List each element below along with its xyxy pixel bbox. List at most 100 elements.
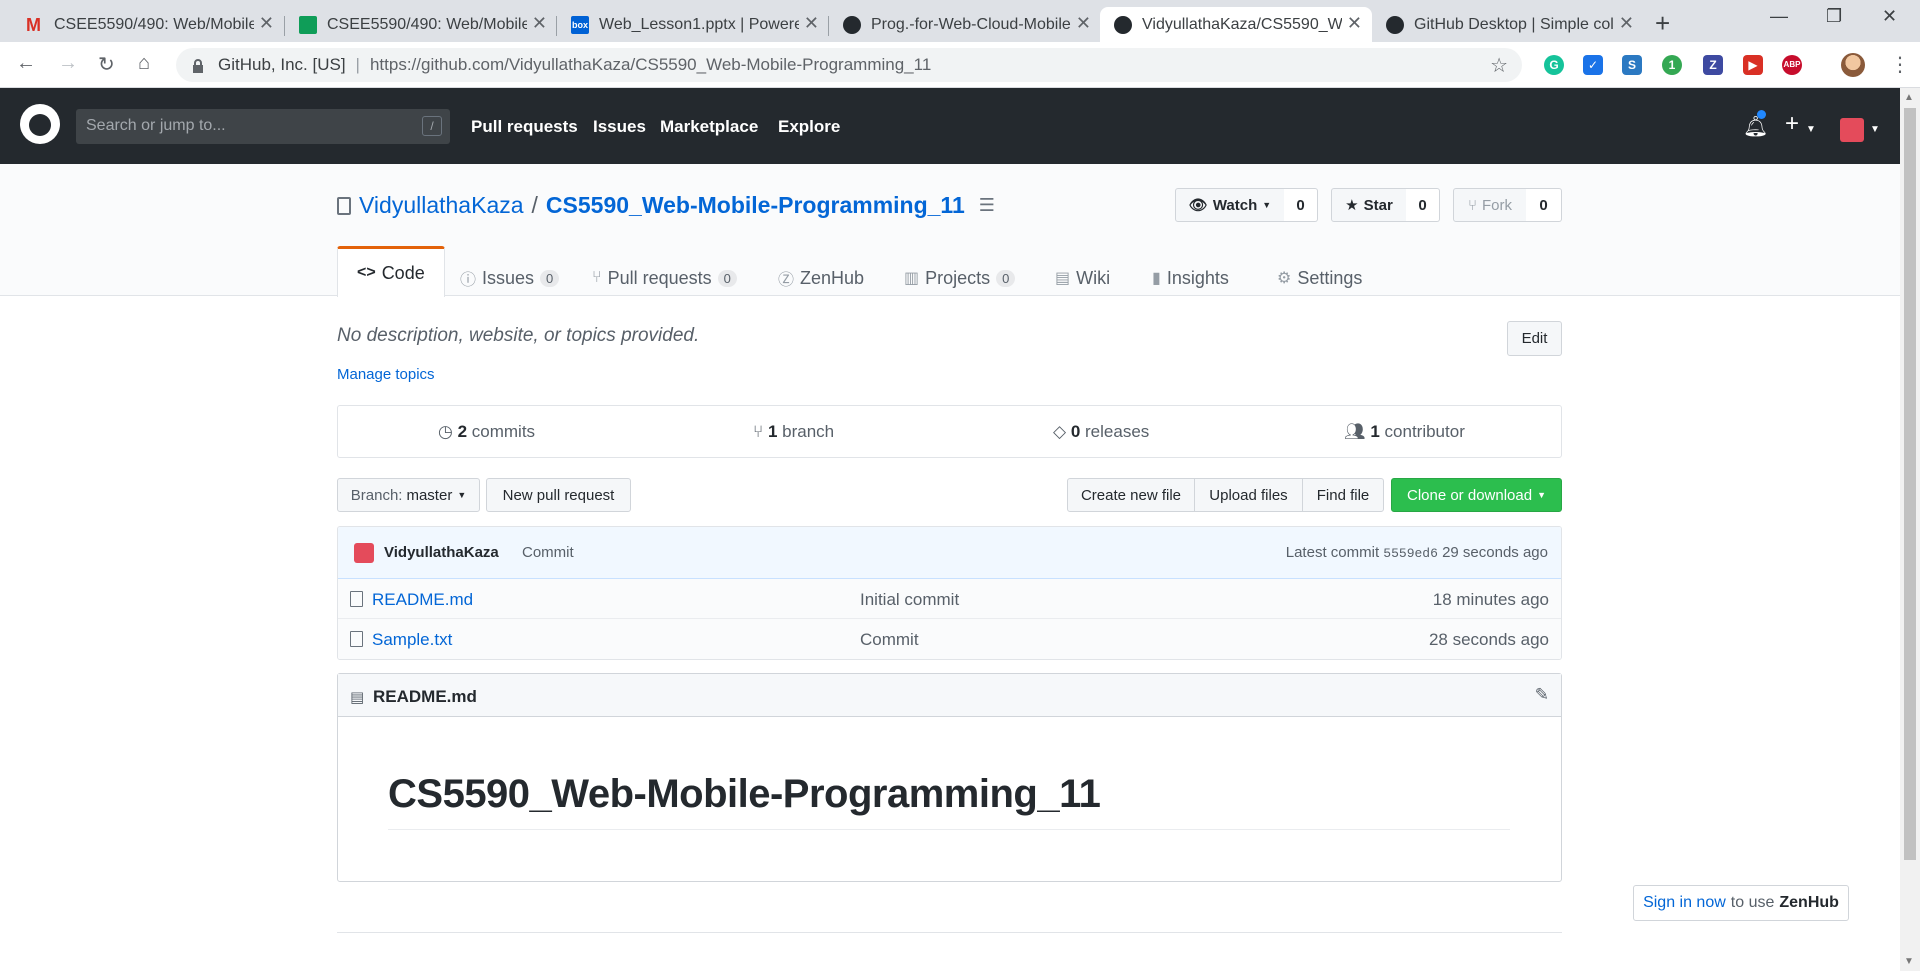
file-name-link[interactable]: Sample.txt — [372, 630, 452, 650]
zenhub-signin-link[interactable]: Sign in now — [1643, 894, 1726, 912]
commit-message[interactable]: Commit — [522, 544, 574, 561]
tab-insights[interactable]: ▮ Insights — [1152, 259, 1229, 297]
profile-avatar[interactable] — [1841, 53, 1865, 77]
releases-link[interactable]: ◇ 0 releases — [1053, 422, 1149, 442]
forward-icon[interactable]: → — [58, 52, 78, 75]
restore-icon[interactable]: ❐ — [1826, 6, 1842, 27]
watch-count[interactable]: 0 — [1284, 188, 1318, 222]
avatar[interactable] — [354, 543, 374, 563]
home-icon[interactable]: ⌂ — [138, 52, 150, 75]
branches-link[interactable]: ⑂ 1 branch — [753, 422, 834, 442]
manage-topics-link[interactable]: Manage topics — [337, 366, 435, 383]
extension-badge-icon[interactable]: 1 — [1662, 55, 1682, 75]
new-tab-button[interactable]: + — [1655, 8, 1670, 39]
book-icon: ▤ — [1055, 270, 1071, 287]
fork-button[interactable]: ⑂ Fork — [1453, 188, 1527, 222]
browser-tab[interactable]: CSEE5590/490: Web/Mobile ✕ — [285, 7, 557, 42]
commit-age: 29 seconds ago — [1442, 544, 1548, 561]
extension-s-icon[interactable]: S — [1622, 55, 1642, 75]
new-pull-request-button[interactable]: New pull request — [486, 478, 631, 512]
star-button[interactable]: ★ Star — [1331, 188, 1407, 222]
commits-count: 2 — [457, 422, 468, 441]
chevron-down-icon: ▼ — [1806, 124, 1816, 135]
bookmark-star-icon[interactable]: ☆ — [1490, 53, 1508, 78]
back-icon[interactable]: ← — [16, 52, 36, 75]
extension-z-icon[interactable]: Z — [1703, 55, 1723, 75]
close-tab-icon[interactable]: ✕ — [804, 13, 819, 34]
tab-settings[interactable]: ⚙ Settings — [1277, 259, 1362, 297]
latest-commit-info: Latest commit 5559ed6 29 seconds ago — [1286, 544, 1548, 561]
scrollbar-thumb[interactable] — [1904, 108, 1916, 860]
releases-count: 0 — [1070, 422, 1081, 441]
close-tab-icon[interactable]: ✕ — [532, 13, 547, 34]
browser-tab[interactable]: M CSEE5590/490: Web/Mobile ✕ — [12, 7, 284, 42]
browser-tab-active[interactable]: VidyullathaKaza/CS5590_Web ✕ — [1100, 7, 1372, 42]
hamburger-icon[interactable]: ☰ — [979, 195, 995, 216]
watch-label: Watch — [1212, 196, 1258, 214]
issue-icon: ⓘ — [460, 272, 477, 289]
file-commit-message[interactable]: Commit — [860, 630, 919, 650]
create-new-icon[interactable]: + — [1785, 110, 1799, 138]
scroll-down-arrow[interactable]: ▼ — [1904, 956, 1914, 967]
minimize-icon[interactable]: — — [1770, 6, 1788, 27]
file-name-link[interactable]: README.md — [372, 590, 473, 610]
star-icon: ★ — [1345, 197, 1359, 214]
tab-wiki[interactable]: ▤ Wiki — [1055, 259, 1110, 297]
readme-title: README.md — [373, 687, 477, 706]
close-tab-icon[interactable]: ✕ — [1347, 13, 1362, 34]
search-input[interactable]: Search or jump to... / — [76, 109, 450, 144]
commits-link[interactable]: ◷ 2 commits — [438, 422, 535, 442]
watch-button[interactable]: 👁︎ Watch ▼ — [1175, 188, 1285, 222]
clone-download-button[interactable]: Clone or download ▼ — [1391, 478, 1562, 512]
tab-zenhub[interactable]: Ⓩ ZenHub — [778, 259, 864, 297]
search-placeholder: Search or jump to... — [86, 117, 226, 134]
repo-owner-link[interactable]: VidyullathaKaza — [359, 192, 524, 219]
scroll-up-arrow[interactable]: ▲ — [1904, 92, 1914, 103]
fork-icon: ⑂ — [1467, 196, 1477, 214]
browser-tab[interactable]: Prog.-for-Web-Cloud-Mobile ✕ — [829, 7, 1101, 42]
close-tab-icon[interactable]: ✕ — [259, 13, 274, 34]
star-count[interactable]: 0 — [1406, 188, 1440, 222]
nav-marketplace[interactable]: Marketplace — [660, 117, 758, 137]
url-text[interactable]: https://github.com/VidyullathaKaza/CS559… — [370, 55, 931, 75]
extension-check-icon[interactable]: ✓ — [1583, 55, 1603, 75]
close-tab-icon[interactable]: ✕ — [1619, 13, 1634, 34]
edit-button[interactable]: Edit — [1507, 321, 1562, 356]
tab-issues[interactable]: ⓘ Issues 0 — [460, 259, 560, 297]
tab-projects[interactable]: ▥ Projects 0 — [904, 259, 1016, 297]
address-bar[interactable]: GitHub, Inc. [US] | https://github.com/V… — [176, 48, 1522, 82]
upload-files-button[interactable]: Upload files — [1194, 478, 1303, 512]
file-commit-message[interactable]: Initial commit — [860, 590, 959, 610]
branch-select-button[interactable]: Branch: master ▼ — [337, 478, 480, 512]
tab-title: Web_Lesson1.pptx | Powered — [599, 15, 799, 33]
extension-play-icon[interactable]: ▶ — [1743, 55, 1763, 75]
grammarly-icon[interactable]: G — [1544, 55, 1564, 75]
fork-count[interactable]: 0 — [1526, 188, 1562, 222]
close-tab-icon[interactable]: ✕ — [1076, 13, 1091, 34]
reload-icon[interactable]: ↻ — [98, 52, 115, 77]
repo-name-link[interactable]: CS5590_Web-Mobile-Programming_11 — [546, 192, 965, 219]
github-icon — [1114, 15, 1132, 34]
pencil-icon[interactable]: ✎ — [1535, 685, 1549, 705]
releases-label: releases — [1085, 422, 1150, 441]
tab-title: GitHub Desktop | Simple coll — [1414, 15, 1614, 33]
find-file-button[interactable]: Find file — [1302, 478, 1384, 512]
github-logo-icon[interactable] — [20, 104, 60, 144]
tab-pull-requests[interactable]: ⑂ Pull requests 0 — [592, 259, 737, 297]
tab-code[interactable]: <> Code — [337, 246, 445, 297]
browser-tab[interactable]: GitHub Desktop | Simple coll ✕ — [1372, 7, 1644, 42]
nav-issues[interactable]: Issues — [593, 117, 646, 137]
contributors-link[interactable]: 👥︎ 1 contributor — [1344, 422, 1465, 442]
commit-sha-link[interactable]: 5559ed6 — [1383, 546, 1438, 561]
create-new-file-button[interactable]: Create new file — [1067, 478, 1195, 512]
commit-author[interactable]: VidyullathaKaza — [384, 544, 499, 561]
nav-pull-requests[interactable]: Pull requests — [471, 117, 578, 137]
adblock-icon[interactable]: ABP — [1782, 55, 1802, 75]
browser-tab[interactable]: box Web_Lesson1.pptx | Powered ✕ — [557, 7, 829, 42]
close-window-icon[interactable]: ✕ — [1882, 6, 1897, 27]
menu-kebab-icon[interactable]: ⋮ — [1890, 52, 1910, 77]
nav-explore[interactable]: Explore — [778, 117, 840, 137]
user-avatar[interactable] — [1840, 118, 1864, 142]
file-icon — [350, 591, 363, 607]
site-org: GitHub, Inc. [US] — [218, 55, 346, 74]
